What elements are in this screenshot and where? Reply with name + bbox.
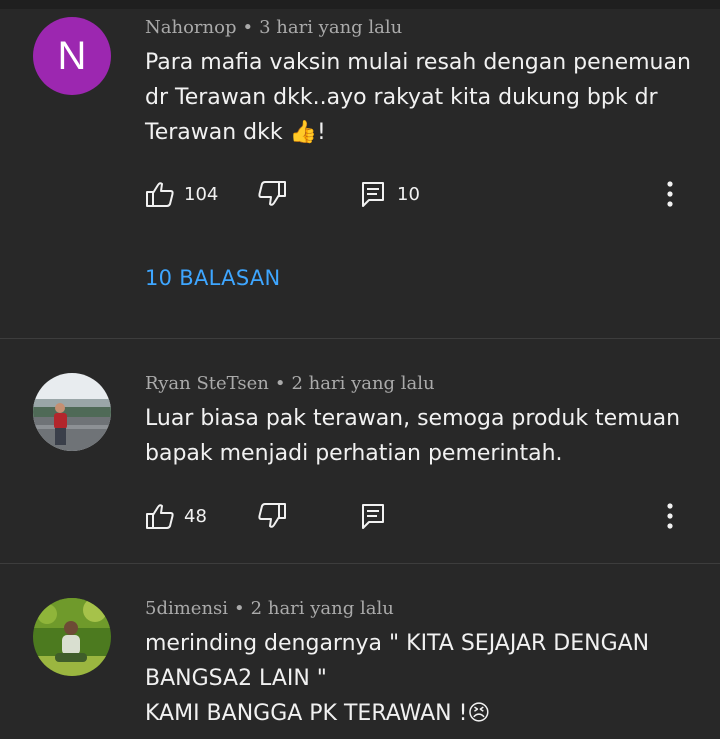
comment-actions: 48 <box>145 501 705 531</box>
avatar[interactable] <box>33 373 111 451</box>
comment-meta: Ryan SteTsen • 2 hari yang lalu <box>145 373 435 394</box>
reply-button[interactable]: 10 <box>360 179 420 209</box>
comment-line: merinding dengarnya " KITA SEJAJAR DENGA… <box>145 631 650 656</box>
person-photo-grass <box>33 598 111 676</box>
like-count: 48 <box>184 505 207 527</box>
dislike-button[interactable] <box>257 501 287 531</box>
person-photo-outdoor <box>33 373 111 451</box>
more-vert-icon <box>667 181 673 207</box>
comment-line: Luar biasa pak terawan, semoga produk te… <box>145 406 681 431</box>
like-button[interactable]: 104 <box>145 179 218 209</box>
comment-line: Terawan dkk 👍! <box>145 120 326 145</box>
separator-dot: • <box>234 598 245 619</box>
thumbs-up-icon <box>146 182 174 207</box>
avatar-letter: N <box>57 33 87 78</box>
separator-dot: • <box>242 17 254 38</box>
comment-line: dr Terawan dkk..ayo rakyat kita dukung b… <box>145 85 658 110</box>
avatar[interactable]: N <box>33 17 111 95</box>
thumbs-up-icon <box>146 504 174 529</box>
more-options-button[interactable] <box>655 501 685 531</box>
comment-line: Para mafia vaksin mulai resah dengan pen… <box>145 50 691 75</box>
comment-line: bapak menjadi perhatian pemerintah. <box>145 441 563 466</box>
dislike-button[interactable] <box>257 179 287 209</box>
comment-meta: Nahornop • 3 hari yang lalu <box>145 17 402 38</box>
comment-line: KAMI BANGGA PK TERAWAN !😣 <box>145 701 491 726</box>
avatar[interactable] <box>33 598 111 676</box>
reply-button[interactable] <box>360 501 386 531</box>
more-vert-icon <box>667 503 673 529</box>
comment-actions: 104 10 <box>145 179 705 209</box>
view-replies-link[interactable]: 10 BALASAN <box>145 266 281 290</box>
author-name[interactable]: Nahornop <box>145 17 236 38</box>
comment-text: Para mafia vaksin mulai resah dengan pen… <box>145 45 691 150</box>
separator-dot: • <box>274 373 286 394</box>
divider <box>0 338 720 339</box>
top-edge <box>0 0 720 9</box>
reply-count: 10 <box>397 183 420 205</box>
like-count: 104 <box>184 183 219 205</box>
more-options-button[interactable] <box>655 179 685 209</box>
comment-meta: 5dimensi • 2 hari yang lalu <box>145 598 394 619</box>
comment-text: Luar biasa pak terawan, semoga produk te… <box>145 401 685 471</box>
reply-icon <box>362 182 384 207</box>
thumbs-down-icon <box>258 181 286 206</box>
divider <box>0 563 720 564</box>
comment-line: BANGSA2 LAIN " <box>145 666 327 691</box>
comment-time[interactable]: 2 hari yang lalu <box>251 598 394 619</box>
comment-text: merinding dengarnya " KITA SEJAJAR DENGA… <box>145 626 685 731</box>
reply-icon <box>362 504 384 529</box>
author-name[interactable]: Ryan SteTsen <box>145 373 269 394</box>
like-button[interactable]: 48 <box>145 501 207 531</box>
comment-time[interactable]: 2 hari yang lalu <box>291 373 434 394</box>
author-name[interactable]: 5dimensi <box>145 598 228 619</box>
comment-time[interactable]: 3 hari yang lalu <box>259 17 402 38</box>
thumbs-down-icon <box>258 503 286 528</box>
